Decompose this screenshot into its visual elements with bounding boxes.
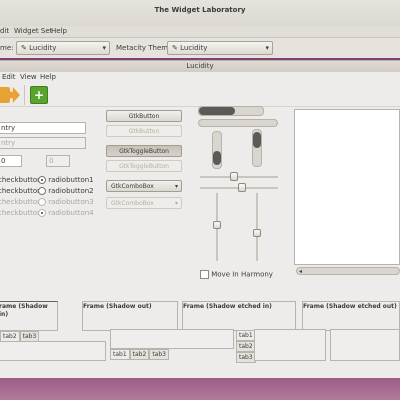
- menu-widget-set[interactable]: Widget Set: [14, 27, 52, 35]
- menu-edit[interactable]: dit: [0, 27, 9, 35]
- theme-label: me:: [0, 44, 14, 52]
- menu-help[interactable]: Help: [40, 73, 56, 81]
- text-entry-value: ntry: [1, 124, 16, 132]
- vertical-slider-2[interactable]: [256, 193, 258, 261]
- combo-box-disabled-value: GtkComboBox: [111, 200, 154, 207]
- frame-shadow-out: Frame (Shadow out): [82, 301, 178, 331]
- horizontal-scrollbar[interactable]: [198, 106, 264, 116]
- toggle-button-disabled: GtkToggleButton: [106, 160, 182, 172]
- move-in-harmony-label: Move In Harmony: [211, 270, 273, 279]
- radio-icon: [38, 187, 46, 195]
- spin-button-disabled: 0: [46, 155, 70, 167]
- combo-box[interactable]: GtkComboBox ▾: [106, 180, 182, 192]
- window-title: The Widget Laboratory: [154, 6, 246, 14]
- tab[interactable]: tab1: [110, 349, 130, 360]
- radiobutton-label: radiobutton2: [48, 187, 94, 195]
- notebook-a-page: [0, 341, 106, 361]
- chevron-down-icon: ▾: [102, 44, 106, 52]
- text-entry-disabled-value: ntry: [1, 139, 16, 147]
- radio-icon: [38, 176, 46, 184]
- text-entry-disabled: ntry: [0, 137, 86, 149]
- notebook-c-tabs: tab1 tab2 tab3: [236, 330, 256, 363]
- scrollbar-thumb[interactable]: [199, 107, 235, 115]
- brush-icon: ✎: [172, 44, 178, 52]
- frame-title: Frame (Shadow etched in): [183, 303, 272, 310]
- scrollbar-thumb[interactable]: [253, 132, 261, 148]
- notebook-b-tabs: tab1 tab2 tab3: [110, 349, 169, 360]
- tab[interactable]: tab1: [236, 330, 256, 341]
- radiobutton-4: radiobutton4: [38, 209, 94, 217]
- frame-shadow-etched-out: Frame (Shadow etched out): [302, 301, 400, 331]
- gtk-button[interactable]: GtkButton: [106, 110, 182, 122]
- radiobutton-2[interactable]: radiobutton2: [38, 187, 94, 195]
- brush-icon: ✎: [21, 44, 27, 52]
- spin-value: 0: [1, 157, 6, 165]
- text-view[interactable]: [294, 109, 400, 265]
- outer-menubar: dit Widget Set Help: [0, 26, 400, 38]
- chevron-down-icon: ▾: [174, 200, 178, 207]
- metacity-label: Metacity Theme:: [116, 44, 175, 52]
- theme-combo[interactable]: ✎ Lucidity ▾: [16, 41, 110, 55]
- vertical-scrollbar-1[interactable]: [212, 131, 222, 169]
- tab[interactable]: tab2: [129, 349, 150, 360]
- menu-help[interactable]: Help: [51, 27, 67, 35]
- radiobutton-3: radiobutton3: [38, 198, 94, 206]
- tab[interactable]: tab3: [149, 349, 169, 360]
- theme-row: me: ✎ Lucidity ▾ Metacity Theme: ✎ Lucid…: [0, 38, 400, 58]
- chevron-down-icon: ▾: [174, 183, 178, 190]
- radio-icon: [38, 198, 46, 206]
- preview-window: Lucidity Edit View Help + ntry ntry 0 0 …: [0, 60, 400, 378]
- notebook-c-page: [254, 329, 326, 361]
- frame-title: Frame (Shadow out): [83, 303, 152, 310]
- vertical-scrollbar-2[interactable]: [252, 129, 262, 167]
- text-entry[interactable]: ntry: [0, 122, 86, 134]
- radiobutton-1[interactable]: radiobutton1: [38, 176, 94, 184]
- theme-combo-value: Lucidity: [29, 44, 57, 52]
- slider-handle[interactable]: [253, 229, 261, 237]
- slider-handle[interactable]: [213, 221, 221, 229]
- toolbar: +: [0, 83, 400, 107]
- radiobutton-label: radiobutton1: [48, 176, 94, 184]
- combo-box-disabled: GtkComboBox ▾: [106, 197, 182, 209]
- notebook-b-page: [110, 329, 234, 349]
- move-in-harmony-checkbox[interactable]: Move In Harmony: [200, 270, 273, 279]
- checkbox-icon: [200, 270, 209, 279]
- chevron-down-icon: ▾: [265, 44, 269, 52]
- horizontal-slider[interactable]: [200, 176, 278, 178]
- notebook-d-page: [330, 329, 400, 361]
- scrollbar-thumb[interactable]: [213, 151, 221, 165]
- spin-disabled-value: 0: [49, 157, 54, 165]
- frame-title: Frame (Shadow etched out): [303, 303, 397, 310]
- toggle-button[interactable]: GtkToggleButton: [106, 145, 182, 157]
- spin-button[interactable]: 0: [0, 155, 22, 167]
- radiobutton-label: radiobutton4: [48, 209, 94, 217]
- radiobutton-label: radiobutton3: [48, 198, 94, 206]
- slider-handle[interactable]: [238, 183, 246, 192]
- frame-shadow-in: rame (Shadow in): [0, 301, 58, 331]
- metacity-combo-value: Lucidity: [180, 44, 208, 52]
- preview-title: Lucidity: [0, 61, 400, 72]
- combo-box-value: GtkComboBox: [111, 183, 154, 190]
- frame-title: rame (Shadow in): [0, 303, 48, 318]
- tab[interactable]: tab3: [236, 352, 256, 363]
- menu-edit[interactable]: Edit: [2, 73, 16, 81]
- slider-handle[interactable]: [230, 172, 238, 181]
- radio-icon: [38, 209, 46, 217]
- scroll-left-icon[interactable]: ◂: [299, 268, 302, 275]
- gtk-button-disabled: GtkButton: [106, 125, 182, 137]
- tab[interactable]: tab2: [236, 341, 256, 352]
- menu-view[interactable]: View: [20, 73, 37, 81]
- desktop-background: [0, 378, 400, 400]
- text-view-scrollbar[interactable]: ◂: [296, 267, 400, 275]
- add-icon[interactable]: +: [30, 86, 48, 104]
- frame-shadow-etched-in: Frame (Shadow etched in): [182, 301, 296, 331]
- horizontal-scrollbar-2[interactable]: [198, 119, 278, 127]
- metacity-combo[interactable]: ✎ Lucidity ▾: [167, 41, 273, 55]
- toolbar-separator: [24, 85, 25, 105]
